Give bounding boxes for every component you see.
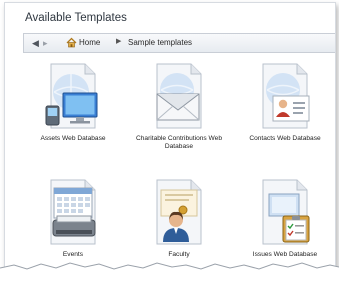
panel-title: Available Templates (25, 12, 127, 24)
breadcrumb-home[interactable]: Home (79, 38, 100, 47)
envelope-icon (156, 63, 202, 129)
template-label: Events (62, 251, 84, 258)
contact-card-icon (262, 63, 310, 129)
navigation-bar: ◀ ▸ Home ▶ Sample templates (23, 33, 335, 53)
assets-computer-icon (45, 63, 98, 129)
template-label: Charitable Contributions Web Database (135, 135, 222, 150)
home-icon[interactable] (66, 37, 77, 48)
template-issues-web-database[interactable]: Issues Web Database (235, 176, 335, 259)
faculty-person-icon (156, 179, 202, 245)
template-label: Issues Web Database (252, 251, 318, 258)
template-label: Assets Web Database (40, 135, 106, 142)
template-label: Faculty (168, 251, 190, 258)
template-label: Contacts Web Database (249, 135, 321, 142)
forward-arrow-icon[interactable]: ▸ (43, 37, 48, 49)
breadcrumb-sample-templates[interactable]: Sample templates (128, 38, 192, 47)
back-arrow-icon[interactable]: ◀ (32, 37, 39, 49)
template-assets-web-database[interactable]: Assets Web Database (23, 60, 123, 143)
template-contacts-web-database[interactable]: Contacts Web Database (235, 60, 335, 143)
available-templates-panel: Available Templates ◀ ▸ Home ▶ Sample te… (4, 2, 336, 278)
issues-checklist-icon (262, 179, 310, 245)
breadcrumb-separator-icon: ▶ (116, 38, 122, 45)
torn-paper-edge (0, 262, 339, 283)
template-events[interactable]: Events (23, 176, 123, 259)
template-faculty[interactable]: Faculty (129, 176, 229, 259)
calendar-printer-icon (50, 179, 96, 245)
template-charitable-contributions-web-database[interactable]: Charitable Contributions Web Database (129, 60, 229, 151)
